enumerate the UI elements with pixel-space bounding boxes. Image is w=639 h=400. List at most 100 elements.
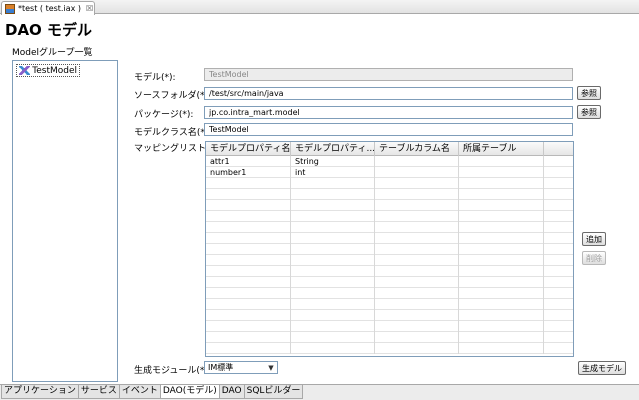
table-cell[interactable] bbox=[291, 255, 375, 266]
add-mapping-button[interactable]: 追加 bbox=[582, 232, 606, 246]
table-cell[interactable] bbox=[544, 244, 573, 255]
table-row[interactable] bbox=[206, 178, 573, 189]
table-cell[interactable] bbox=[375, 255, 459, 266]
table-row[interactable]: attr1 String bbox=[206, 156, 573, 167]
table-cell[interactable] bbox=[459, 200, 544, 211]
column-header[interactable]: テーブルカラム名 bbox=[375, 142, 459, 156]
generate-model-button[interactable]: 生成モデル bbox=[578, 361, 626, 375]
column-header[interactable]: モデルプロパティ... bbox=[291, 142, 375, 156]
table-cell[interactable] bbox=[375, 233, 459, 244]
module-select[interactable]: IM標準 ▼ bbox=[204, 361, 278, 374]
table-cell[interactable] bbox=[206, 288, 291, 299]
table-cell[interactable] bbox=[375, 321, 459, 332]
table-row[interactable] bbox=[206, 321, 573, 332]
table-row[interactable] bbox=[206, 277, 573, 288]
table-cell[interactable] bbox=[291, 277, 375, 288]
table-cell[interactable] bbox=[375, 343, 459, 354]
group-list[interactable]: TestModel bbox=[12, 60, 118, 382]
table-cell[interactable] bbox=[459, 343, 544, 354]
table-cell[interactable] bbox=[459, 189, 544, 200]
column-header[interactable]: モデルプロパティ名 bbox=[206, 142, 291, 156]
table-cell[interactable] bbox=[375, 156, 459, 167]
table-cell[interactable] bbox=[291, 343, 375, 354]
table-cell[interactable] bbox=[291, 244, 375, 255]
table-cell[interactable] bbox=[375, 266, 459, 277]
table-cell[interactable]: number1 bbox=[206, 167, 291, 178]
close-icon[interactable]: ☒ bbox=[86, 4, 93, 13]
table-cell[interactable] bbox=[291, 266, 375, 277]
table-cell[interactable] bbox=[544, 167, 573, 178]
table-cell[interactable] bbox=[459, 244, 544, 255]
table-cell[interactable] bbox=[459, 233, 544, 244]
group-list-item[interactable]: TestModel bbox=[16, 64, 80, 77]
table-cell[interactable] bbox=[206, 211, 291, 222]
bottom-tab[interactable]: DAO bbox=[218, 385, 245, 399]
table-row[interactable] bbox=[206, 222, 573, 233]
table-cell[interactable] bbox=[375, 244, 459, 255]
table-row[interactable] bbox=[206, 288, 573, 299]
table-cell[interactable] bbox=[544, 310, 573, 321]
editor-tab[interactable]: *test ( test.iax ) ☒ bbox=[1, 1, 95, 15]
table-cell[interactable] bbox=[544, 343, 573, 354]
table-cell[interactable] bbox=[375, 288, 459, 299]
table-cell[interactable] bbox=[291, 321, 375, 332]
table-cell[interactable] bbox=[291, 288, 375, 299]
table-cell[interactable] bbox=[206, 266, 291, 277]
table-cell[interactable] bbox=[291, 222, 375, 233]
table-cell[interactable] bbox=[375, 167, 459, 178]
table-row[interactable] bbox=[206, 332, 573, 343]
table-row[interactable] bbox=[206, 244, 573, 255]
table-cell[interactable] bbox=[375, 189, 459, 200]
table-cell[interactable] bbox=[544, 222, 573, 233]
table-row[interactable] bbox=[206, 299, 573, 310]
table-row[interactable] bbox=[206, 200, 573, 211]
table-cell[interactable] bbox=[459, 255, 544, 266]
browse-source-folder-button[interactable]: 参照 bbox=[577, 86, 601, 100]
table-cell[interactable] bbox=[291, 299, 375, 310]
table-cell[interactable] bbox=[459, 156, 544, 167]
chevron-down-icon[interactable]: ▼ bbox=[265, 364, 277, 372]
table-cell[interactable] bbox=[206, 233, 291, 244]
table-cell[interactable] bbox=[459, 332, 544, 343]
table-row[interactable] bbox=[206, 255, 573, 266]
bottom-tab[interactable]: DAO(モデル) bbox=[159, 385, 220, 399]
table-cell[interactable] bbox=[544, 233, 573, 244]
table-cell[interactable] bbox=[459, 178, 544, 189]
table-cell[interactable] bbox=[291, 189, 375, 200]
table-row[interactable] bbox=[206, 233, 573, 244]
table-cell[interactable] bbox=[206, 343, 291, 354]
table-row[interactable] bbox=[206, 189, 573, 200]
table-cell[interactable] bbox=[206, 310, 291, 321]
bottom-tab[interactable]: アプリケーション bbox=[1, 385, 79, 399]
table-cell[interactable] bbox=[544, 255, 573, 266]
table-cell[interactable] bbox=[206, 299, 291, 310]
bottom-tab[interactable]: サービス bbox=[77, 385, 120, 399]
table-cell[interactable] bbox=[206, 244, 291, 255]
table-cell[interactable] bbox=[375, 332, 459, 343]
mapping-table[interactable]: モデルプロパティ名 モデルプロパティ... テーブルカラム名 所属テーブル at… bbox=[205, 141, 574, 357]
table-row[interactable] bbox=[206, 343, 573, 354]
source-folder-field[interactable] bbox=[204, 87, 573, 100]
table-cell[interactable] bbox=[375, 178, 459, 189]
table-cell[interactable] bbox=[206, 321, 291, 332]
table-cell[interactable] bbox=[375, 200, 459, 211]
table-cell[interactable] bbox=[291, 233, 375, 244]
table-row[interactable] bbox=[206, 310, 573, 321]
table-cell[interactable] bbox=[206, 255, 291, 266]
table-cell[interactable] bbox=[206, 332, 291, 343]
table-cell[interactable] bbox=[206, 189, 291, 200]
table-cell[interactable] bbox=[206, 277, 291, 288]
column-header[interactable]: 所属テーブル bbox=[459, 142, 544, 156]
table-cell[interactable] bbox=[291, 211, 375, 222]
model-class-field[interactable] bbox=[204, 123, 573, 136]
browse-package-button[interactable]: 参照 bbox=[577, 105, 601, 119]
table-cell[interactable] bbox=[544, 178, 573, 189]
table-cell[interactable] bbox=[375, 222, 459, 233]
table-cell[interactable] bbox=[291, 178, 375, 189]
table-cell[interactable] bbox=[459, 310, 544, 321]
table-row[interactable]: number1 int bbox=[206, 167, 573, 178]
table-cell[interactable] bbox=[375, 211, 459, 222]
table-cell[interactable] bbox=[544, 189, 573, 200]
table-cell[interactable] bbox=[459, 299, 544, 310]
table-cell[interactable] bbox=[544, 156, 573, 167]
